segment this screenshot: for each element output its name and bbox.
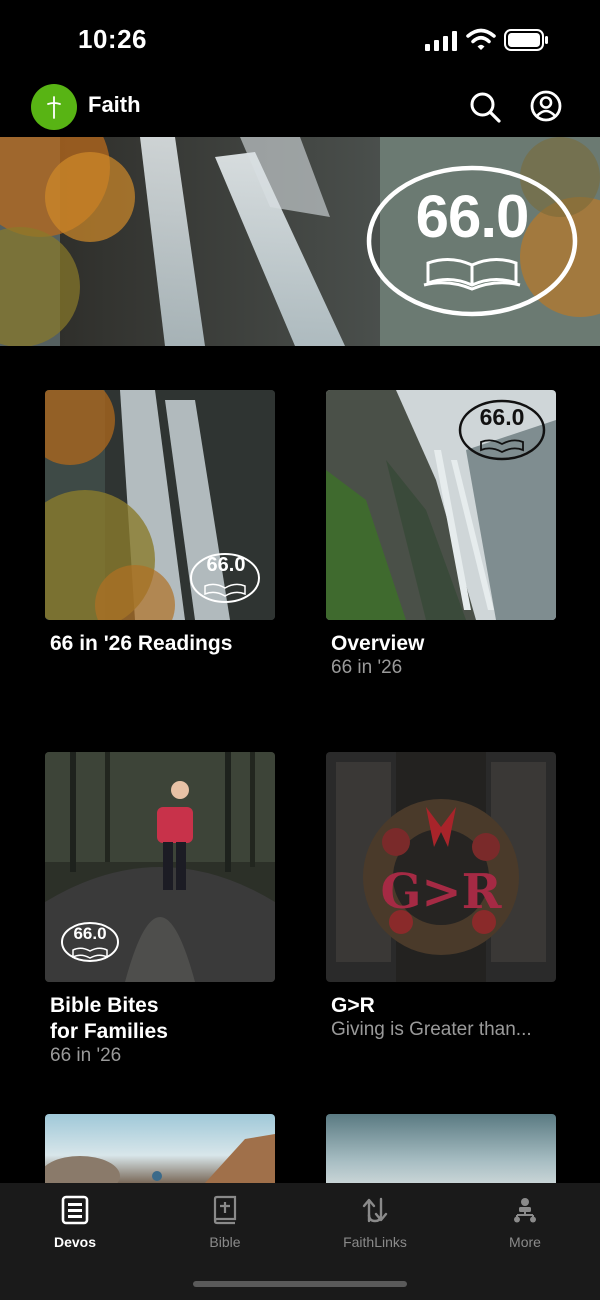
card-image: 66.0 (45, 752, 275, 982)
devos-icon (61, 1195, 89, 1225)
status-bar: 10:26 (0, 0, 600, 80)
more-icon (514, 1198, 536, 1223)
tab-devos[interactable]: Devos (15, 1183, 135, 1263)
status-time: 10:26 (78, 24, 147, 54)
card-title: Overview (331, 632, 425, 655)
signal-icon (425, 31, 457, 51)
card-image: 66.0 (45, 390, 275, 620)
card-66-in-26-readings[interactable]: 66.0 66 in '26 Readings (45, 390, 275, 670)
cross-icon (47, 96, 61, 119)
bible-icon (213, 1195, 237, 1225)
tab-faithlinks[interactable]: FaithLinks (315, 1183, 435, 1263)
tab-label: FaithLinks (343, 1234, 407, 1250)
tab-more[interactable]: More (465, 1183, 585, 1263)
hero-banner[interactable]: 66.0 (0, 137, 600, 346)
open-book-icon (423, 258, 521, 291)
card-partial-2[interactable] (326, 1114, 556, 1183)
card-g-greater-than-r[interactable]: G>R G>R Giving is Greater than... (326, 752, 556, 1052)
tab-bible[interactable]: Bible (165, 1183, 285, 1263)
card-badge-text: 66.0 (206, 554, 246, 576)
card-partial-1[interactable] (45, 1114, 275, 1183)
tab-label: Bible (209, 1234, 241, 1250)
hero-badge-text: 66.0 (415, 183, 530, 250)
tab-label: More (509, 1234, 541, 1250)
tab-label: Devos (53, 1234, 97, 1250)
card-title: 66 in '26 Readings (50, 632, 233, 655)
battery-icon (504, 29, 548, 51)
wifi-icon (466, 28, 496, 50)
card-subtitle: 66 in '26 (50, 1045, 122, 1066)
faithlinks-icon (362, 1197, 388, 1223)
card-badge-text: 66.0 (73, 924, 107, 943)
card-subtitle: Giving is Greater than... (331, 1019, 532, 1040)
search-icon[interactable] (468, 90, 502, 124)
card-title: G>R (331, 994, 375, 1017)
card-art-text: G>R (380, 864, 502, 920)
card-overview[interactable]: 66.0 Overview 66 in '26 (326, 390, 556, 680)
card-image: G>R (326, 752, 556, 982)
app-logo[interactable] (31, 84, 77, 130)
card-image (45, 1134, 275, 1183)
card-bible-bites-for-families[interactable]: 66.0 Bible Bites for Families 66 in '26 (45, 752, 275, 1070)
app-title: Faith (88, 92, 141, 117)
card-image: 66.0 (326, 390, 556, 620)
card-title-line2: for Families (50, 1020, 168, 1043)
card-subtitle: 66 in '26 (331, 657, 403, 678)
card-title-line1: Bible Bites (50, 994, 159, 1017)
home-indicator[interactable] (193, 1281, 407, 1287)
card-badge-text: 66.0 (479, 404, 525, 430)
profile-icon[interactable] (529, 89, 563, 123)
